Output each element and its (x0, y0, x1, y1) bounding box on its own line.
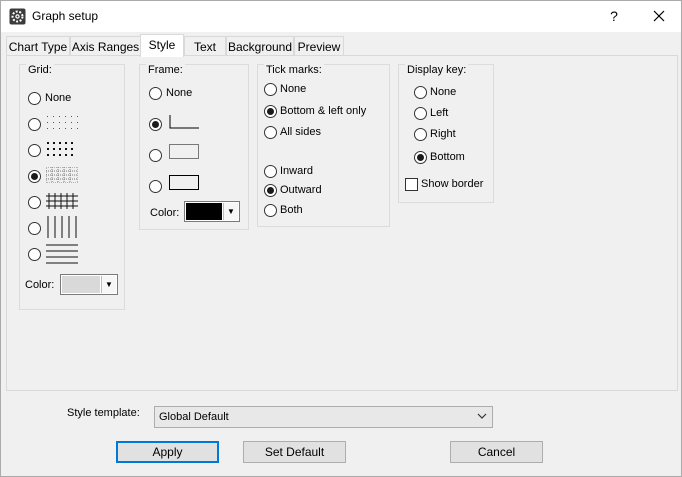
chevron-down-icon: ▼ (223, 203, 238, 220)
grid-vertical-lines-radio[interactable] (28, 222, 41, 235)
key-none-label: None (430, 86, 457, 98)
style-template-value: Global Default (159, 411, 229, 423)
key-bottom-radio[interactable] (414, 151, 427, 164)
frame-none-radio[interactable] (149, 87, 162, 100)
frame-color-label: Color: (150, 207, 180, 219)
close-icon (653, 10, 665, 22)
title-bar[interactable]: Graph setup ? (1, 1, 681, 32)
dotted-box-frame-icon (169, 144, 199, 159)
chevron-down-icon: ▼ (101, 276, 116, 293)
tick-marks-group-label: Tick marks: (264, 64, 324, 76)
display-key-group-label: Display key: (405, 64, 469, 76)
key-none-radio[interactable] (414, 86, 427, 99)
tab-background[interactable]: Background (226, 36, 294, 57)
solid-grid-pattern-icon (46, 193, 78, 209)
tick-direction-inward-label: Inward (280, 165, 314, 177)
frame-color-dropdown[interactable]: ▼ (184, 201, 240, 222)
key-left-radio[interactable] (414, 107, 427, 120)
style-template-label: Style template: (67, 407, 140, 419)
tick-direction-inward-radio[interactable] (264, 165, 277, 178)
style-template-select[interactable]: Global Default (154, 406, 493, 428)
cancel-button[interactable]: Cancel (450, 441, 543, 463)
chevron-down-icon (477, 413, 487, 419)
grid-none-label: None (45, 92, 72, 104)
help-icon: ? (610, 8, 618, 24)
tick-placement-bottom-left-label: Bottom & left only (280, 105, 367, 117)
display-key-group: Display key: None Left Right Bottom Show… (398, 64, 494, 203)
set-default-button[interactable]: Set Default (243, 441, 346, 463)
dense-dots-pattern-icon (47, 142, 73, 156)
style-tab-panel: Grid: None Color: ▼ Frame: None Color: ▼… (6, 55, 678, 391)
fine-dot-grid-pattern-icon (46, 167, 78, 183)
show-border-checkbox[interactable] (405, 178, 418, 191)
tab-chart-type[interactable]: Chart Type (6, 36, 70, 57)
tab-preview[interactable]: Preview (294, 36, 344, 57)
grid-color-dropdown[interactable]: ▼ (60, 274, 118, 295)
tick-direction-outward-radio[interactable] (264, 184, 277, 197)
key-left-label: Left (430, 107, 449, 119)
frame-solid-box-radio[interactable] (149, 180, 162, 193)
grid-group-label: Grid: (26, 64, 54, 76)
close-button[interactable] (637, 1, 681, 32)
grid-color-swatch (62, 276, 100, 293)
solid-box-frame-icon (169, 175, 199, 190)
tick-placement-bottom-left-radio[interactable] (264, 105, 277, 118)
tick-direction-both-label: Both (280, 204, 303, 216)
apply-button[interactable]: Apply (116, 441, 219, 463)
graph-setup-window: Graph setup ? Chart Type Axis Ranges Sty… (0, 0, 682, 477)
tick-direction-both-radio[interactable] (264, 204, 277, 217)
tick-direction-outward-label: Outward (280, 184, 322, 196)
frame-dotted-box-radio[interactable] (149, 149, 162, 162)
frame-color-swatch (186, 203, 222, 220)
show-border-label: Show border (421, 178, 484, 190)
frame-none-label: None (166, 87, 193, 99)
tick-placement-none-radio[interactable] (264, 83, 277, 96)
frame-bottom-left-radio[interactable] (149, 118, 162, 131)
bottom-left-frame-icon (169, 115, 199, 129)
grid-fine-dot-grid-radio[interactable] (28, 170, 41, 183)
grid-none-radio[interactable] (28, 92, 41, 105)
sparse-dots-pattern-icon (47, 116, 78, 129)
tick-placement-none-label: None (280, 83, 307, 95)
grid-color-label: Color: (25, 279, 55, 291)
tick-placement-all-sides-label: All sides (280, 126, 321, 138)
key-right-label: Right (430, 128, 456, 140)
frame-group-label: Frame: (146, 64, 185, 76)
horizontal-lines-pattern-icon (46, 244, 78, 264)
frame-group: Frame: None Color: ▼ (139, 64, 249, 230)
grid-dense-dots-radio[interactable] (28, 144, 41, 157)
window-title: Graph setup (32, 9, 99, 23)
grid-group: Grid: None Color: ▼ (19, 64, 125, 310)
tab-axis-ranges[interactable]: Axis Ranges (70, 36, 141, 57)
vertical-lines-pattern-icon (47, 216, 77, 238)
help-button[interactable]: ? (599, 1, 629, 32)
app-settings-icon (9, 8, 26, 25)
key-bottom-label: Bottom (430, 151, 465, 163)
key-right-radio[interactable] (414, 128, 427, 141)
tick-marks-group: Tick marks: None Bottom & left only All … (257, 64, 390, 227)
tick-placement-all-sides-radio[interactable] (264, 126, 277, 139)
grid-solid-grid-radio[interactable] (28, 196, 41, 209)
grid-horizontal-lines-radio[interactable] (28, 248, 41, 261)
tab-text[interactable]: Text (184, 36, 226, 57)
tab-style[interactable]: Style (140, 34, 184, 57)
grid-sparse-dots-radio[interactable] (28, 118, 41, 131)
